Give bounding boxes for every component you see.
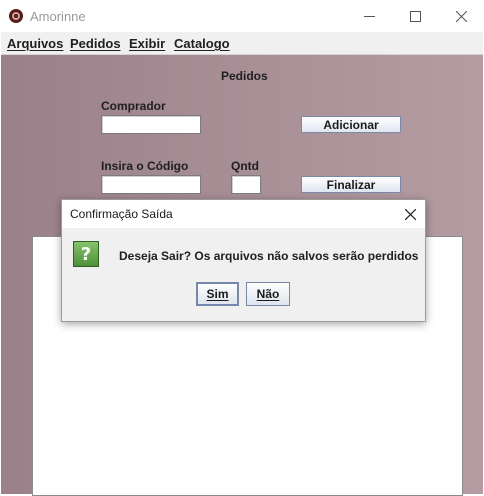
maximize-icon (409, 10, 421, 22)
minimize-button[interactable] (346, 0, 392, 32)
buyer-input[interactable] (101, 115, 201, 134)
menu-arquivos[interactable]: Arquivos (7, 36, 63, 51)
window-titlebar: Amorinne (0, 0, 484, 32)
no-button[interactable]: Não (246, 282, 290, 306)
menu-catalogo[interactable]: Catalogo (174, 36, 230, 51)
finish-button[interactable]: Finalizar (301, 176, 401, 193)
yes-button[interactable]: Sim (196, 282, 239, 306)
close-window-button[interactable] (438, 0, 484, 32)
minimize-icon (363, 15, 375, 17)
app-icon (9, 9, 23, 23)
window-title: Amorinne (30, 9, 86, 24)
question-icon: ? (73, 241, 99, 267)
menu-pedidos[interactable]: Pedidos (70, 36, 121, 51)
dialog-close-button[interactable] (395, 200, 425, 228)
code-label: Insira o Código (101, 159, 189, 173)
buyer-label: Comprador (101, 99, 166, 113)
qty-input[interactable] (231, 175, 261, 194)
dialog-title: Confirmação Saída (70, 207, 173, 221)
close-icon (404, 208, 416, 220)
confirm-exit-dialog: Confirmação Saída ? Deseja Sair? Os arqu… (61, 199, 426, 322)
dialog-message: Deseja Sair? Os arquivos não salvos serã… (119, 249, 419, 263)
menu-bar: Arquivos Pedidos Exibir Catalogo (1, 32, 483, 55)
close-icon (455, 10, 467, 22)
form-heading: Pedidos (221, 69, 268, 83)
qty-label: Qntd (231, 159, 259, 173)
maximize-button[interactable] (392, 0, 438, 32)
add-button[interactable]: Adicionar (301, 116, 401, 133)
menu-exibir[interactable]: Exibir (129, 36, 165, 51)
dialog-titlebar: Confirmação Saída (62, 200, 425, 228)
code-input[interactable] (101, 175, 201, 194)
